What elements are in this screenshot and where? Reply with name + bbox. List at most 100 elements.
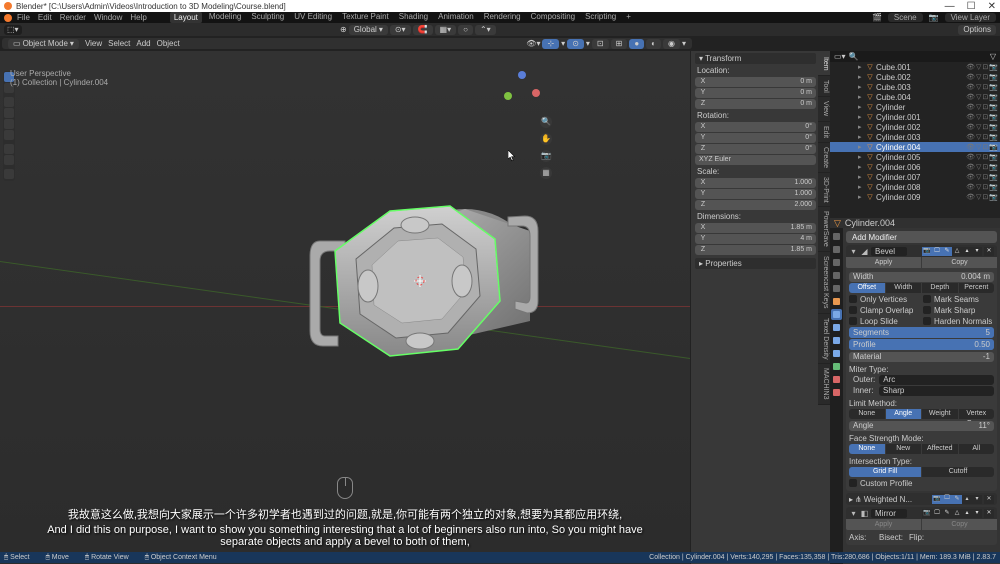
outliner-item[interactable]: ▸▽Cube.002👁▽⊡📷	[830, 72, 1000, 82]
outliner-item[interactable]: ▸▽Cylinder.004👁▽⊡📷	[830, 142, 1000, 152]
shading-dropdown[interactable]: ▾	[682, 39, 686, 48]
tool-measure[interactable]	[4, 155, 14, 165]
outliner-item[interactable]: ▸▽Cylinder👁▽⊡📷	[830, 102, 1000, 112]
modifier-mirror-name[interactable]: Mirror	[871, 509, 907, 518]
snap-toggle[interactable]: 🧲	[413, 25, 433, 35]
mode-selector[interactable]: ▭ Object Mode ▾	[8, 39, 79, 49]
itype-grid[interactable]: Grid Fill	[849, 467, 921, 477]
wn-show-render[interactable]: 📷	[932, 495, 942, 504]
wn-delete[interactable]: ✕	[984, 495, 994, 504]
view-layer-name[interactable]: View Layer	[945, 13, 996, 22]
mod-show-viewport[interactable]: 🖵	[932, 247, 942, 256]
modifier-wn-name[interactable]: Weighted N...	[864, 495, 912, 504]
scale-x[interactable]: 1.000	[711, 178, 816, 188]
scene-name[interactable]: Scene	[888, 13, 923, 22]
workspace-uv[interactable]: UV Editing	[291, 12, 335, 23]
transform-panel-header[interactable]: ▾ Transform	[695, 53, 816, 64]
orientation-icon[interactable]: ⊕	[340, 25, 347, 34]
modifier-name[interactable]: Bevel	[871, 247, 907, 256]
tab-object[interactable]	[831, 296, 842, 307]
submenu-add[interactable]: Add	[136, 39, 150, 48]
outliner-item[interactable]: ▸▽Cylinder.002👁▽⊡📷	[830, 122, 1000, 132]
outliner-item[interactable]: ▸▽Cylinder.007👁▽⊡📷	[830, 172, 1000, 182]
dim-z[interactable]: 1.85 m	[711, 245, 816, 255]
mod-show-render[interactable]: 📷	[922, 247, 932, 256]
outliner-display-mode-icon[interactable]: ▭▾	[834, 52, 846, 61]
harden-normals-check[interactable]	[923, 317, 931, 325]
outliner-item[interactable]: ▸▽Cube.003👁▽⊡📷	[830, 82, 1000, 92]
loop-slide-check[interactable]	[849, 317, 857, 325]
ntab-item[interactable]: Item	[818, 53, 830, 76]
gizmo-z-axis[interactable]	[518, 71, 526, 79]
mirror-apply[interactable]: Apply	[846, 519, 921, 530]
tab-viewlayer[interactable]	[831, 257, 842, 268]
tab-texture[interactable]	[831, 387, 842, 398]
mark-sharp-check[interactable]	[923, 306, 931, 314]
mod-move-up[interactable]: ▴	[962, 247, 972, 256]
fsm-new[interactable]: New	[886, 444, 922, 454]
limit-weight[interactable]: Weight	[922, 409, 958, 419]
pivot-point[interactable]: ⊙▾	[390, 25, 411, 35]
apply-button[interactable]: Apply	[846, 257, 921, 268]
tab-particles[interactable]	[831, 322, 842, 333]
width-method[interactable]: Offset Width Depth Percent	[849, 283, 994, 293]
app-logo-icon[interactable]	[4, 14, 12, 22]
modifier-weighted-normal[interactable]: ▸ ⋔ Weighted N... 📷 🖵 ✎ ▴ ▾ ✕	[846, 493, 997, 505]
profile-value[interactable]: 0.50	[899, 340, 994, 350]
gizmo-dropdown[interactable]: ▾	[561, 39, 565, 48]
workspace-sculpting[interactable]: Sculpting	[248, 12, 287, 23]
tab-physics[interactable]	[831, 335, 842, 346]
submenu-select[interactable]: Select	[108, 39, 130, 48]
ntab-machin3[interactable]: MACHIN3	[818, 364, 830, 405]
wn-up[interactable]: ▴	[962, 495, 972, 504]
properties-panel-header[interactable]: ▸ Properties	[695, 258, 816, 269]
ntab-create[interactable]: Create	[818, 143, 830, 173]
shading-solid[interactable]: ●	[629, 39, 644, 49]
menu-help[interactable]: Help	[127, 13, 149, 22]
mir-show-cage[interactable]: △	[952, 509, 962, 518]
miter-outer[interactable]: Arc	[879, 375, 994, 385]
fsm-affected[interactable]: Affected	[922, 444, 958, 454]
workspace-modeling[interactable]: Modeling	[206, 12, 244, 23]
ntab-powersave[interactable]: PowerSave	[818, 207, 830, 252]
rotation-x[interactable]: 0°	[711, 122, 816, 132]
workspace-shading[interactable]: Shading	[396, 12, 431, 23]
outliner-item[interactable]: ▸▽Cube.004👁▽⊡📷	[830, 92, 1000, 102]
dim-x[interactable]: 1.85 m	[711, 223, 816, 233]
method-offset[interactable]: Offset	[849, 283, 885, 293]
limit-angle[interactable]: Angle	[886, 409, 922, 419]
limit-method[interactable]: None Angle Weight Vertex Group	[849, 409, 994, 419]
outliner-tree[interactable]: ▸▽Cube.001👁▽⊡📷▸▽Cube.002👁▽⊡📷▸▽Cube.003👁▽…	[830, 62, 1000, 202]
tab-render[interactable]	[831, 231, 842, 242]
tab-output[interactable]	[831, 244, 842, 255]
visibility-icon[interactable]: 👁▾	[526, 39, 540, 48]
method-depth[interactable]: Depth	[922, 283, 958, 293]
workspace-texture-paint[interactable]: Texture Paint	[339, 12, 392, 23]
transform-orientation[interactable]: Global ▾	[349, 25, 388, 35]
dim-y[interactable]: 4 m	[711, 234, 816, 244]
viewport-options[interactable]: Options	[958, 25, 996, 35]
shading-rendered[interactable]: ◉	[663, 39, 680, 49]
tool-rotate[interactable]	[4, 108, 14, 118]
ntab-tool[interactable]: Tool	[818, 76, 830, 98]
rotation-y[interactable]: 0°	[711, 133, 816, 143]
workspace-layout[interactable]: Layout	[170, 12, 202, 23]
rotation-mode[interactable]: XYZ Euler	[695, 155, 816, 165]
tab-modifiers[interactable]	[831, 309, 842, 320]
width-value[interactable]: 0.004 m	[899, 272, 994, 282]
pan-hand-icon[interactable]: ✋	[540, 133, 552, 145]
selected-mesh-object[interactable]	[290, 181, 550, 381]
wn-show-edit[interactable]: ✎	[952, 495, 962, 504]
mir-up[interactable]: ▴	[962, 509, 972, 518]
mir-show-edit[interactable]: ✎	[942, 509, 952, 518]
miter-inner[interactable]: Sharp	[879, 386, 994, 396]
expand-icon[interactable]: ▾	[849, 247, 858, 256]
location-z[interactable]: 0 m	[711, 99, 816, 109]
wn-down[interactable]: ▾	[972, 495, 982, 504]
angle-value[interactable]: 11°	[899, 421, 994, 431]
ntab-screencast[interactable]: Screencast Keys	[818, 252, 830, 314]
zoom-icon[interactable]: 🔍	[540, 116, 552, 128]
menu-window[interactable]: Window	[91, 13, 125, 22]
shading-wireframe[interactable]: ⊞	[611, 39, 628, 49]
ntab-3dprint[interactable]: 3D-Print	[818, 173, 830, 208]
